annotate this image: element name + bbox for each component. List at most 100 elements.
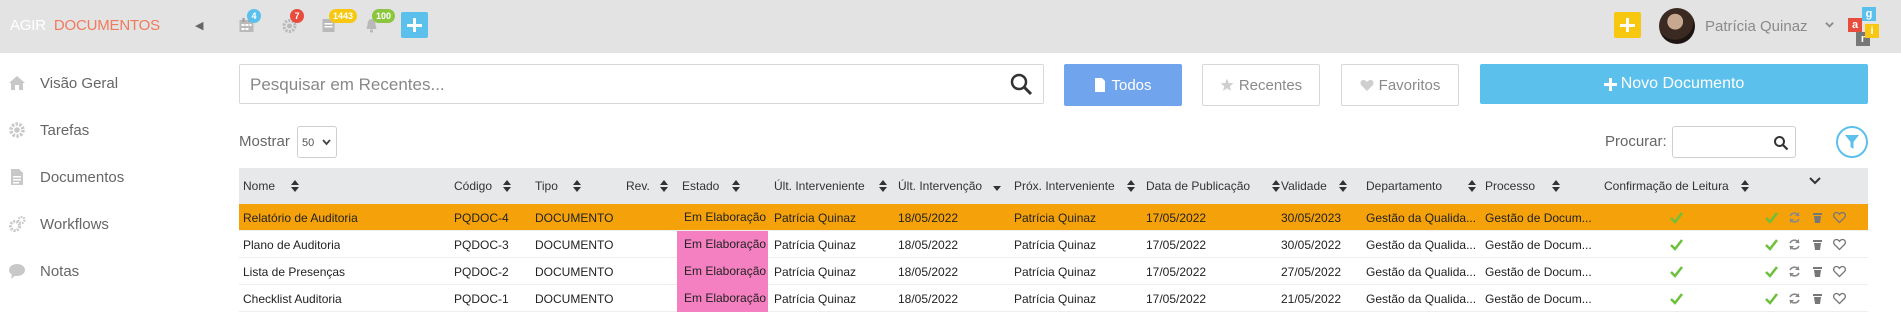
filter-funnel-button[interactable] xyxy=(1836,126,1868,158)
approve-check-icon[interactable] xyxy=(1765,265,1778,278)
search-icon[interactable] xyxy=(1009,72,1033,96)
chevron-down-icon[interactable] xyxy=(1825,20,1834,29)
sidebar-item-label: Visão Geral xyxy=(40,74,119,92)
sort-icon[interactable] xyxy=(732,180,740,192)
calendar-icon[interactable]: 4 xyxy=(236,9,261,35)
star-icon xyxy=(1220,78,1234,91)
refresh-icon[interactable] xyxy=(1788,238,1801,251)
col-ult-interveniente[interactable]: Últ. Interveniente xyxy=(774,179,865,193)
sort-icon[interactable] xyxy=(291,180,299,192)
cell-codigo: PQDOC-1 xyxy=(454,292,509,306)
chevron-down-icon[interactable] xyxy=(1809,177,1821,186)
approve-check-icon[interactable] xyxy=(1765,292,1778,305)
sidebar-item-visao-geral[interactable]: Visão Geral xyxy=(8,68,118,98)
col-nome[interactable]: Nome xyxy=(243,179,275,193)
cell-data-publicacao: 17/05/2022 xyxy=(1146,265,1207,279)
cell-tipo: DOCUMENTO xyxy=(535,292,614,306)
table-row[interactable]: Lista de Presenças PQDOC-2 DOCUMENTO Em … xyxy=(239,258,1868,285)
col-confirmacao-leitura[interactable]: Confirmação de Leitura xyxy=(1604,179,1729,193)
cell-nome[interactable]: Checklist Auditoria xyxy=(243,292,342,306)
heart-icon xyxy=(1360,79,1374,91)
sort-icon[interactable] xyxy=(1468,180,1476,192)
cell-processo: Gestão de Docum... xyxy=(1485,292,1592,306)
filter-favoritos-button[interactable]: Favoritos xyxy=(1341,64,1459,106)
cell-codigo: PQDOC-2 xyxy=(454,265,509,279)
plus-icon xyxy=(1603,77,1617,91)
table-row[interactable]: Relatório de Auditoria PQDOC-4 DOCUMENTO… xyxy=(239,204,1868,231)
search-icon xyxy=(1774,136,1789,151)
user-name[interactable]: Patrícia Quinaz xyxy=(1705,18,1808,35)
quick-add-button[interactable] xyxy=(401,12,428,38)
sort-icon[interactable] xyxy=(879,180,887,192)
approve-check-icon[interactable] xyxy=(1765,211,1778,224)
filter-todos-button[interactable]: Todos xyxy=(1064,64,1182,106)
sort-icon[interactable] xyxy=(573,180,581,192)
sort-icon[interactable] xyxy=(1741,180,1749,192)
heart-icon[interactable] xyxy=(1833,265,1846,278)
cell-nome[interactable]: Lista de Presenças xyxy=(243,265,345,279)
cell-ult-interveniente: Patrícia Quinaz xyxy=(774,238,857,252)
page-size-value: 50 xyxy=(302,137,315,149)
trash-icon[interactable] xyxy=(1811,292,1824,305)
document-icon[interactable]: 1443 xyxy=(318,9,358,35)
col-estado[interactable]: Estado xyxy=(682,179,719,193)
new-document-button[interactable]: Novo Documento xyxy=(1480,64,1868,104)
col-validade[interactable]: Validade xyxy=(1281,179,1327,193)
sort-icon[interactable] xyxy=(1339,180,1347,192)
col-departamento[interactable]: Departamento xyxy=(1366,179,1442,193)
col-data-publicacao[interactable]: Data de Publicação xyxy=(1146,179,1250,193)
chevron-down-icon xyxy=(322,139,331,146)
sort-icon[interactable] xyxy=(1552,180,1560,192)
gear-icon[interactable]: 7 xyxy=(279,9,304,35)
cell-ult-intervencao: 18/05/2022 xyxy=(898,265,959,279)
logo-letter-i: i xyxy=(1865,24,1879,38)
sort-icon[interactable] xyxy=(1272,180,1280,192)
sidebar-item-tarefas[interactable]: Tarefas xyxy=(8,115,89,145)
search-input[interactable] xyxy=(250,74,990,96)
cell-validade: 30/05/2023 xyxy=(1281,211,1342,225)
sidebar: Visão Geral Tarefas Documentos Workflows… xyxy=(0,53,230,311)
avatar[interactable] xyxy=(1659,8,1695,44)
refresh-icon[interactable] xyxy=(1788,211,1801,224)
approve-check-icon[interactable] xyxy=(1765,238,1778,251)
trash-icon[interactable] xyxy=(1811,211,1824,224)
col-ult-intervencao[interactable]: Últ. Intervenção xyxy=(898,179,982,193)
sidebar-item-notas[interactable]: Notas xyxy=(8,256,79,286)
bell-icon[interactable]: 100 xyxy=(361,9,396,35)
heart-icon[interactable] xyxy=(1833,211,1846,224)
refresh-icon[interactable] xyxy=(1788,265,1801,278)
table-search-input[interactable] xyxy=(1672,126,1796,158)
cell-nome[interactable]: Plano de Auditoria xyxy=(243,238,340,252)
sort-icon[interactable] xyxy=(1127,180,1135,192)
cell-nome[interactable]: Relatório de Auditoria xyxy=(243,211,358,225)
status-badge: Em Elaboração xyxy=(677,258,768,285)
page-size-select[interactable]: 50 xyxy=(297,126,337,158)
col-rev[interactable]: Rev. xyxy=(626,179,650,193)
cell-processo: Gestão de Docum... xyxy=(1485,238,1592,252)
col-codigo[interactable]: Código xyxy=(454,179,492,193)
col-processo[interactable]: Processo xyxy=(1485,179,1535,193)
filter-recentes-button[interactable]: Recentes xyxy=(1202,64,1320,106)
table-row[interactable]: Checklist Auditoria PQDOC-1 DOCUMENTO Em… xyxy=(239,285,1868,312)
trash-icon[interactable] xyxy=(1811,265,1824,278)
sort-icon[interactable] xyxy=(503,180,511,192)
brand-logo[interactable]: AGIR DOCUMENTOS xyxy=(10,17,160,34)
cell-ult-interveniente: Patrícia Quinaz xyxy=(774,292,857,306)
sort-desc-icon[interactable] xyxy=(993,184,1001,196)
collapse-sidebar-icon[interactable]: ◀ xyxy=(195,19,203,32)
refresh-icon[interactable] xyxy=(1788,292,1801,305)
sidebar-item-workflows[interactable]: Workflows xyxy=(8,209,109,239)
filter-favoritos-label: Favoritos xyxy=(1378,76,1441,94)
table-row[interactable]: Plano de Auditoria PQDOC-3 DOCUMENTO Em … xyxy=(239,231,1868,258)
add-button[interactable] xyxy=(1614,12,1641,38)
heart-icon[interactable] xyxy=(1833,292,1846,305)
sort-icon[interactable] xyxy=(660,180,668,192)
col-prox-interveniente[interactable]: Próx. Interveniente xyxy=(1014,179,1115,193)
cell-departamento: Gestão da Qualida... xyxy=(1366,292,1477,306)
sidebar-item-label: Tarefas xyxy=(40,121,90,139)
sidebar-item-label: Notas xyxy=(40,262,80,280)
sidebar-item-documentos[interactable]: Documentos xyxy=(8,162,124,192)
heart-icon[interactable] xyxy=(1833,238,1846,251)
trash-icon[interactable] xyxy=(1811,238,1824,251)
col-tipo[interactable]: Tipo xyxy=(535,179,558,193)
